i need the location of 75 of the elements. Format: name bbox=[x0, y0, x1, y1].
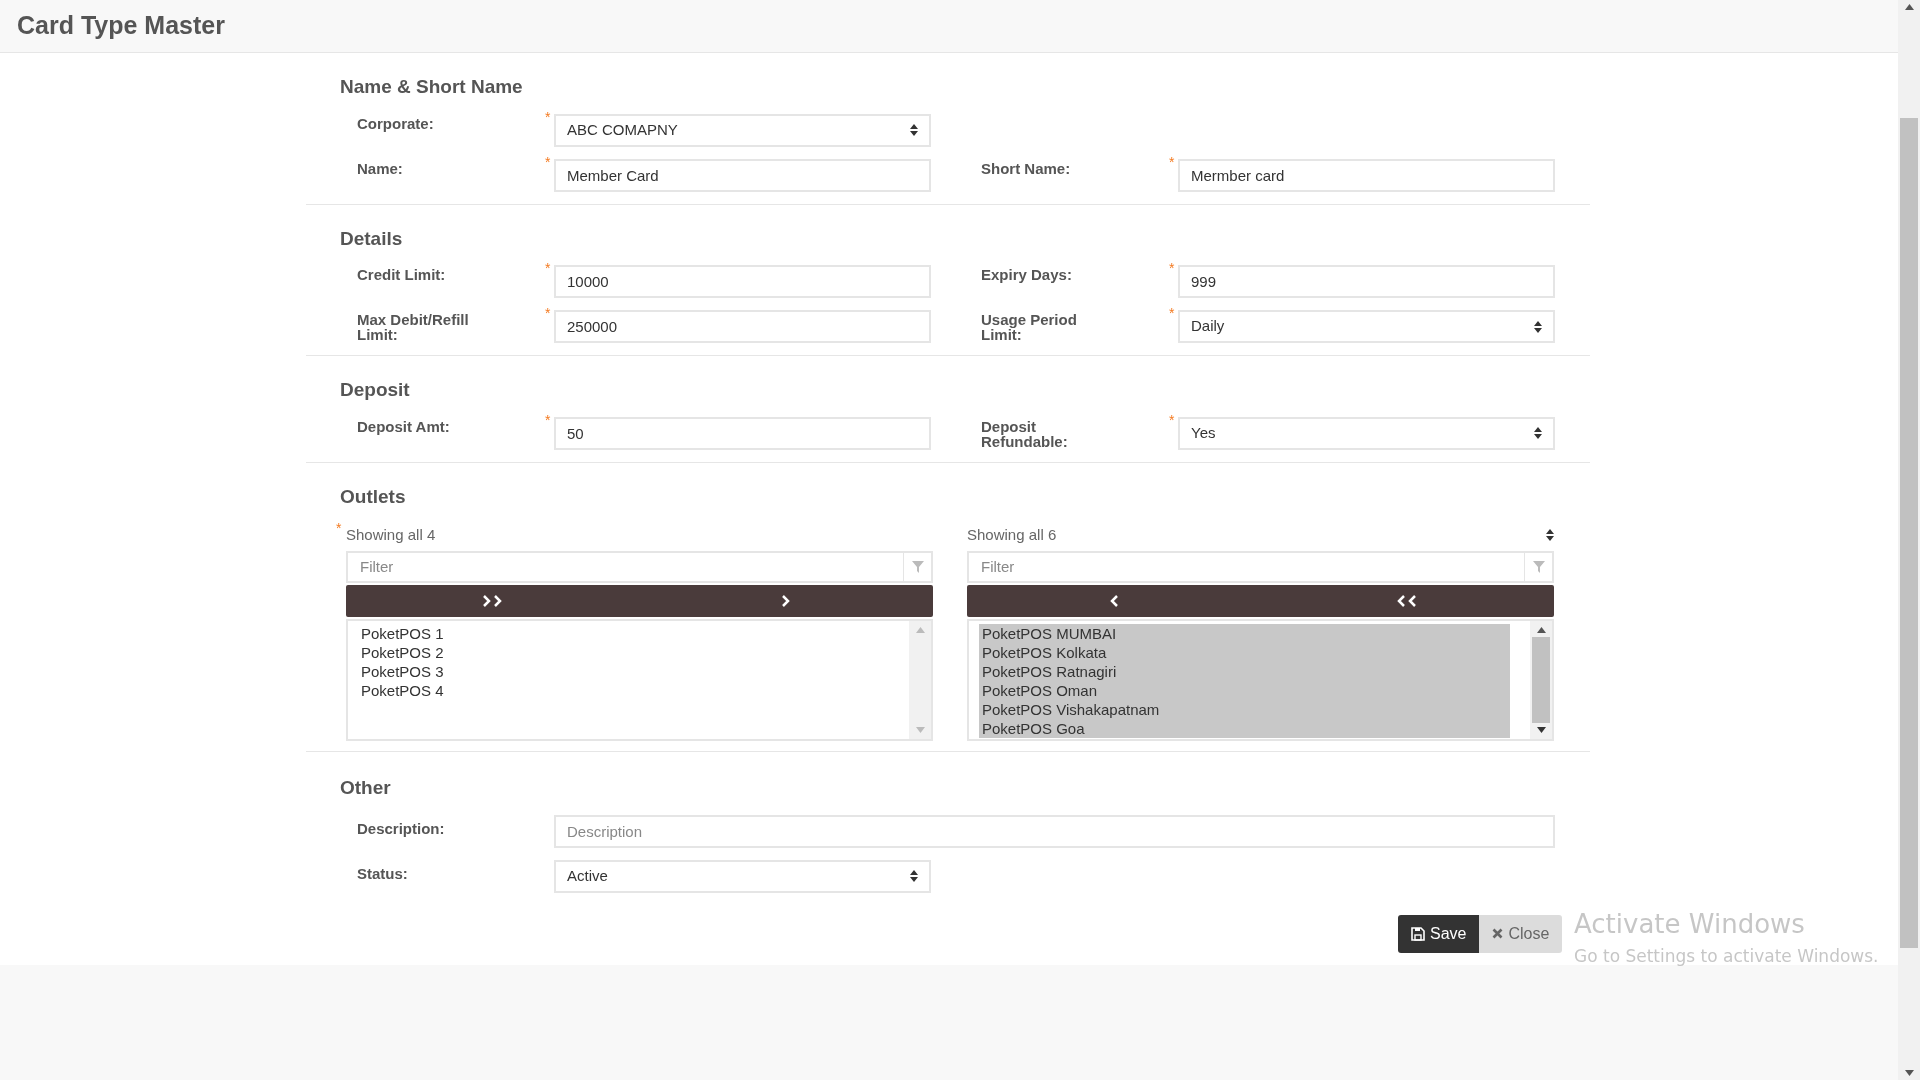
outlet-option[interactable]: PoketPOS Goa bbox=[979, 719, 1510, 738]
select-field[interactable]: Daily bbox=[1178, 310, 1555, 343]
scroll-down-icon[interactable] bbox=[1904, 1070, 1914, 1076]
outlet-option[interactable]: PoketPOS 4 bbox=[361, 681, 889, 700]
outlet-option[interactable]: PoketPOS 3 bbox=[361, 662, 889, 681]
text-field[interactable]: 10000 bbox=[554, 265, 931, 298]
outlet-option[interactable]: PoketPOS MUMBAI bbox=[979, 624, 1510, 643]
list-info: Showing all 6 bbox=[967, 524, 1057, 545]
field-label: Status: bbox=[357, 864, 408, 882]
activation-notice-message: Go to Settings to activate Windows. bbox=[1574, 945, 1879, 968]
required-asterisk: * bbox=[1169, 412, 1175, 427]
filter-icon[interactable] bbox=[911, 561, 924, 573]
text-field[interactable]: 50 bbox=[554, 416, 931, 450]
double-chevron-icon bbox=[1396, 595, 1419, 607]
text-field[interactable]: 999 bbox=[1178, 265, 1555, 298]
text-field[interactable]: Member Card bbox=[554, 158, 931, 192]
required-asterisk: * bbox=[1169, 261, 1175, 275]
chevron-icon bbox=[1108, 595, 1119, 607]
required-asterisk: * bbox=[545, 306, 551, 320]
list-info: Showing all 4 bbox=[346, 524, 436, 545]
scroll-up-icon[interactable] bbox=[1904, 4, 1914, 10]
select-field[interactable]: ABC COMAPNY bbox=[554, 113, 931, 147]
outlet-option[interactable]: PoketPOS 2 bbox=[361, 643, 889, 662]
scroll-up-icon[interactable] bbox=[1536, 627, 1546, 633]
required-asterisk: * bbox=[545, 261, 551, 275]
section-heading: Other bbox=[340, 776, 391, 800]
required-asterisk: * bbox=[545, 412, 551, 427]
required-asterisk: * bbox=[545, 109, 551, 124]
close-button[interactable]: Close bbox=[1479, 914, 1563, 953]
outlet-option[interactable]: PoketPOS Oman bbox=[979, 681, 1510, 700]
description-field[interactable]: Description bbox=[554, 814, 1555, 848]
field-label: Name: bbox=[357, 160, 404, 176]
field-label: Max Debit/Refill Limit: bbox=[357, 312, 470, 342]
field-label: Usage Period Limit: bbox=[981, 312, 1078, 342]
text-field[interactable]: Mermber card bbox=[1178, 158, 1555, 192]
outlet-option[interactable]: PoketPOS Vishakapatnam bbox=[979, 700, 1510, 719]
required-asterisk: * bbox=[1169, 306, 1175, 320]
page-scrollbar[interactable] bbox=[1898, 0, 1920, 1080]
scrollbar-thumb[interactable] bbox=[1532, 637, 1550, 723]
filter-icon[interactable] bbox=[1532, 561, 1545, 573]
required-asterisk: * bbox=[545, 154, 551, 169]
save-button[interactable]: Save bbox=[1398, 914, 1480, 953]
chevron-icon bbox=[781, 595, 792, 607]
sort-arrows-icon bbox=[910, 124, 918, 136]
section-heading: Outlets bbox=[340, 484, 406, 509]
section-heading: Deposit bbox=[340, 378, 410, 402]
filter-field[interactable]: Filter bbox=[967, 551, 1554, 583]
filter-field[interactable]: Filter bbox=[346, 551, 933, 583]
select-field[interactable]: Yes bbox=[1178, 416, 1555, 450]
sort-arrows-icon bbox=[1534, 427, 1542, 439]
scroll-down-icon[interactable] bbox=[1536, 727, 1546, 733]
section-heading: Details bbox=[340, 226, 403, 251]
field-label: Expiry Days: bbox=[981, 267, 1073, 282]
sort-arrows-icon bbox=[1546, 529, 1554, 541]
outlet-option[interactable]: PoketPOS Ratnagiri bbox=[979, 662, 1510, 681]
outlet-option[interactable]: PoketPOS Kolkata bbox=[979, 643, 1510, 662]
field-label: Credit Limit: bbox=[357, 267, 447, 282]
field-label: Corporate: bbox=[357, 115, 435, 131]
text-field[interactable]: 250000 bbox=[554, 310, 931, 343]
double-chevron-icon bbox=[481, 595, 504, 607]
sort-arrows-icon bbox=[910, 870, 918, 882]
required-asterisk: * bbox=[336, 521, 342, 535]
sort-arrows-icon bbox=[1534, 320, 1542, 333]
scrollbar-thumb[interactable] bbox=[1900, 118, 1918, 948]
page-title: Card Type Master bbox=[17, 10, 225, 42]
field-label: Deposit Amt: bbox=[357, 418, 451, 434]
field-label: Deposit Refundable: bbox=[981, 418, 1069, 449]
field-label: Short Name: bbox=[981, 160, 1072, 176]
required-asterisk: * bbox=[1169, 154, 1175, 169]
select-field[interactable]: Active bbox=[554, 859, 931, 893]
activation-notice-title: Activate Windows bbox=[1574, 908, 1806, 941]
field-label: Description: bbox=[357, 819, 445, 837]
outlet-option[interactable]: PoketPOS 1 bbox=[361, 624, 889, 643]
section-heading: Name & Short Name bbox=[340, 75, 523, 99]
close-icon bbox=[1492, 928, 1504, 939]
